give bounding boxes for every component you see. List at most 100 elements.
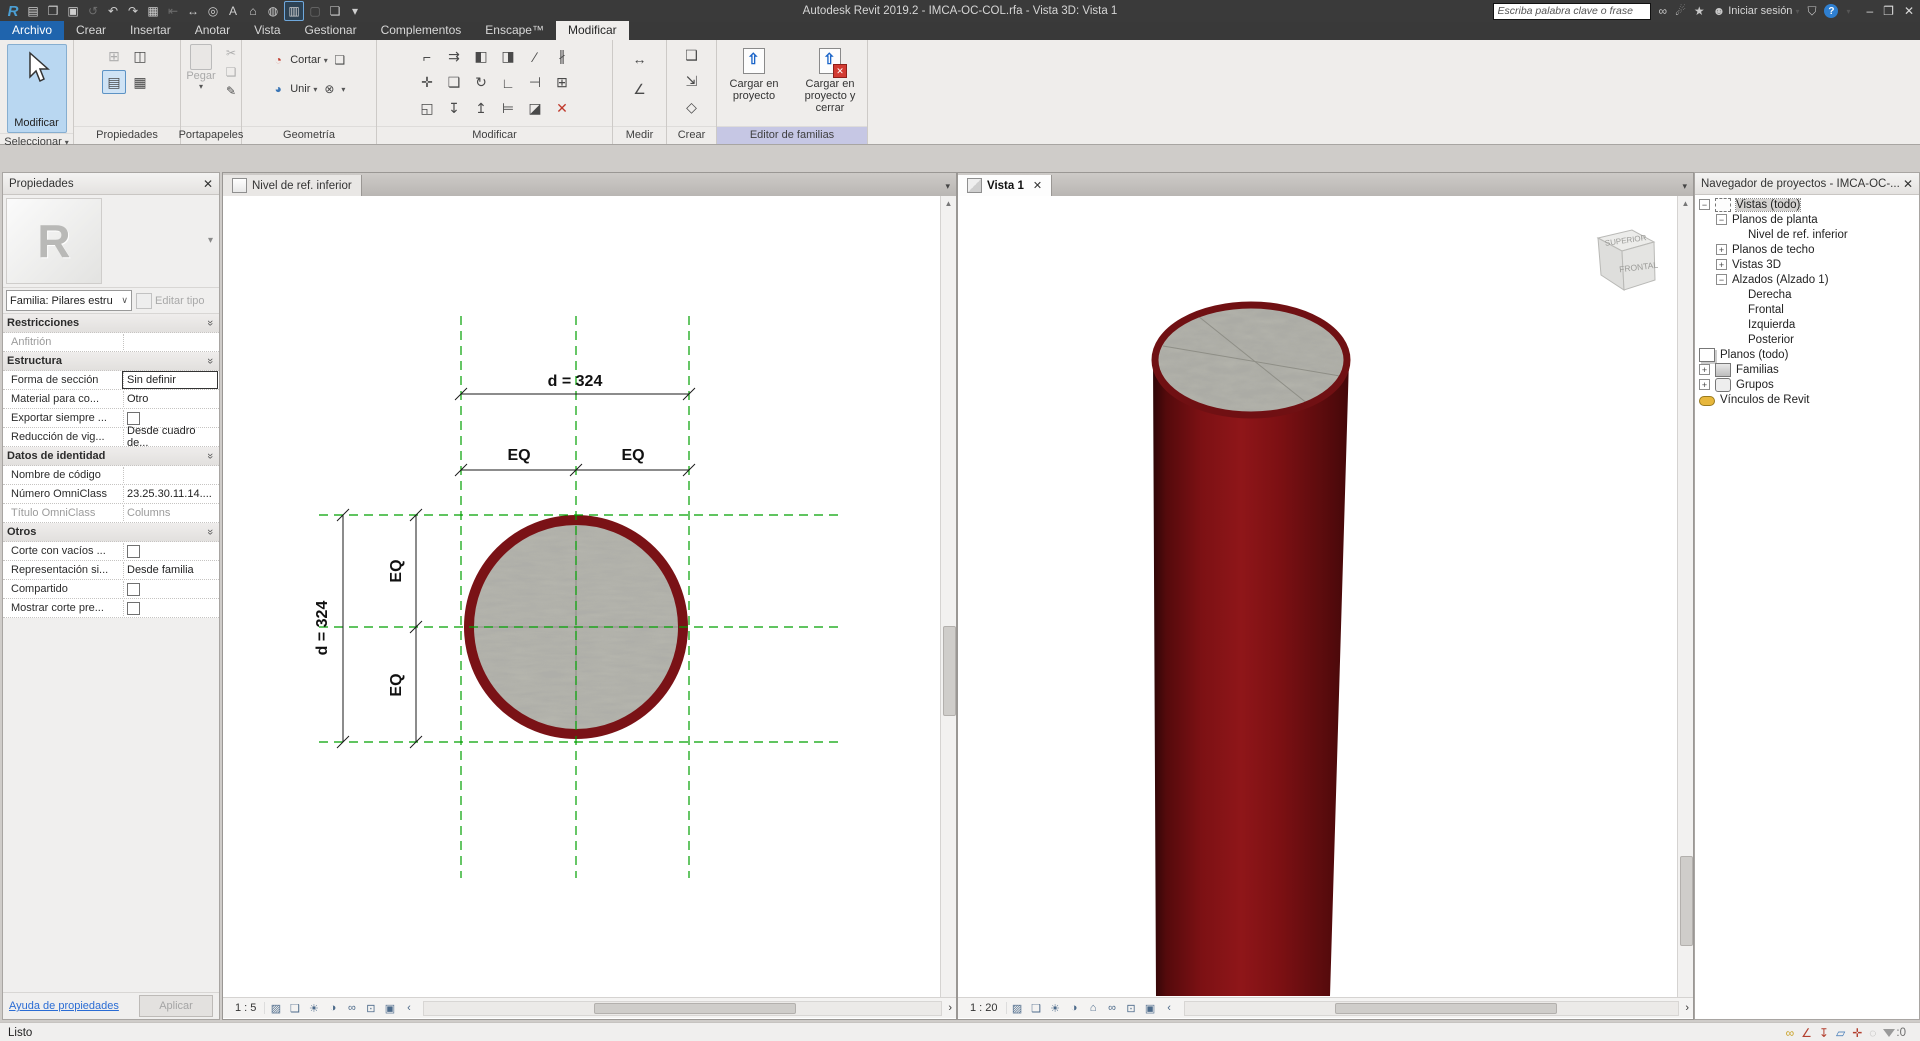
temporary-hide-isolate-icon[interactable]: ∞ xyxy=(1104,1000,1121,1016)
close-hidden-windows-icon[interactable]: ▢ xyxy=(306,2,324,20)
property-value[interactable]: Otro xyxy=(123,391,217,407)
tree-item[interactable]: Posterior xyxy=(1695,332,1919,347)
show-hidden-geometry-icon[interactable]: ❑ xyxy=(331,51,349,69)
property-row[interactable]: Mostrar corte pre... » xyxy=(3,599,219,618)
plan-view-canvas[interactable]: d = 324 EQ EQ d = 324 EQ EQ ▲ xyxy=(223,196,956,997)
tree-item[interactable]: Alzados (Alzado 1) xyxy=(1695,272,1919,287)
open-icon[interactable]: ❒ xyxy=(44,2,62,20)
app-store-cart-icon[interactable]: ⛉ xyxy=(1807,4,1816,19)
tree-item[interactable]: Planos de techo xyxy=(1695,242,1919,257)
select-pinned-icon[interactable]: ↧ xyxy=(1819,1026,1829,1040)
scroll-right-icon[interactable]: › xyxy=(948,1002,952,1014)
ribbon-tab[interactable]: Complementos xyxy=(369,21,474,40)
tree-item[interactable]: Derecha xyxy=(1695,287,1919,302)
sun-path-off-icon[interactable]: ☀ xyxy=(1047,1000,1064,1016)
properties-palette-header[interactable]: Propiedades ✕ xyxy=(3,173,219,195)
help-dropdown-icon[interactable]: ▾ xyxy=(1846,7,1850,16)
properties-help-link[interactable]: Ayuda de propiedades xyxy=(9,1000,119,1012)
property-value[interactable] xyxy=(123,581,217,597)
show-crop-region-icon[interactable]: ▣ xyxy=(381,1000,398,1016)
mirror-draw-axis-icon[interactable]: ◨ xyxy=(497,46,519,68)
background-processes-icon[interactable]: ◌ xyxy=(1869,1026,1876,1040)
tree-item[interactable]: Planos de planta xyxy=(1695,212,1919,227)
property-value[interactable]: 23.25.30.11.14.... xyxy=(123,486,217,502)
collapse-chevron-icon[interactable]: » xyxy=(204,320,216,326)
load-into-project-button[interactable]: ⇧ Cargar en proyecto xyxy=(717,44,791,102)
property-row[interactable]: Material para co... » Otro xyxy=(3,390,219,409)
measure-icon[interactable]: ⇤ xyxy=(164,2,182,20)
plan-view-tab[interactable]: Nivel de ref. inferior xyxy=(223,175,362,196)
property-value[interactable] xyxy=(123,467,217,483)
favorites-star-icon[interactable]: ★ xyxy=(1694,4,1705,18)
ribbon-tab[interactable]: Enscape™ xyxy=(473,21,556,40)
project-properties-icon[interactable]: ▤ xyxy=(24,2,42,20)
ribbon-tab[interactable]: Crear xyxy=(64,21,118,40)
search-input[interactable] xyxy=(1492,2,1651,20)
component-in-place-icon[interactable]: ❑ xyxy=(681,44,703,66)
tree-expander-icon[interactable] xyxy=(1699,199,1710,210)
type-selector-combo[interactable]: Familia: Pilares estru ∨ xyxy=(6,290,132,311)
property-row[interactable]: Estructura » xyxy=(3,352,219,371)
collapse-chevron-icon[interactable]: » xyxy=(204,453,216,459)
viewcube[interactable]: SUPERIOR FRONTAL xyxy=(1584,218,1664,302)
scroll-up-icon[interactable]: ▲ xyxy=(1682,196,1690,210)
property-row[interactable]: Título OmniClass » Columns xyxy=(3,504,219,523)
view-scale-button[interactable]: 1 : 5 xyxy=(227,1002,266,1014)
apply-button[interactable]: Aplicar xyxy=(139,995,213,1017)
scrollbar-thumb[interactable] xyxy=(943,626,956,716)
select-links-icon[interactable]: ∞ xyxy=(1786,1026,1795,1040)
diamond-small-icon[interactable]: ◇ xyxy=(681,96,703,118)
shadows-icon[interactable]: ◑ xyxy=(324,1000,341,1016)
search-icon[interactable]: ∞ xyxy=(1659,4,1668,18)
split-element-icon[interactable]: ∕ xyxy=(524,46,546,68)
vertical-scrollbar[interactable]: ▲ xyxy=(1677,196,1693,997)
sign-in-button[interactable]: ☻ Iniciar sesión ▾ xyxy=(1713,4,1800,18)
chevron-down-icon[interactable]: ▾ xyxy=(324,56,328,65)
property-value[interactable]: Desde familia xyxy=(123,562,217,578)
render-icon[interactable]: ◍ xyxy=(264,2,282,20)
revit-logo[interactable]: R xyxy=(4,2,22,20)
scrollbar-thumb[interactable] xyxy=(1334,1002,1557,1014)
tag-icon[interactable]: ◎ xyxy=(204,2,222,20)
close-button[interactable]: ✕ xyxy=(1904,4,1914,18)
tree-item[interactable]: Vistas (todo) xyxy=(1695,197,1919,212)
default-3d-view-icon[interactable]: ⌂ xyxy=(244,2,262,20)
collapse-bar-icon[interactable]: ‹ xyxy=(400,1000,417,1016)
tree-item[interactable]: Grupos xyxy=(1695,377,1919,392)
property-value[interactable]: Desde cuadro de... xyxy=(123,425,217,449)
trim-extend-single-icon[interactable]: ⊣ xyxy=(524,72,546,94)
scrollbar-thumb[interactable] xyxy=(594,1002,797,1014)
property-row[interactable]: Corte con vacíos ... » xyxy=(3,542,219,561)
help-icon[interactable]: ? xyxy=(1824,4,1839,18)
collapse-bar-icon[interactable]: ‹ xyxy=(1161,1000,1178,1016)
property-row[interactable]: Otros » xyxy=(3,523,219,542)
move-icon[interactable]: ✛ xyxy=(416,72,438,94)
family-category-icon[interactable]: ◫ xyxy=(129,45,151,67)
dimension-text-diameter-v[interactable]: d = 324 xyxy=(314,601,331,656)
switch-windows-icon[interactable]: ❏ xyxy=(326,2,344,20)
dimension-text-diameter-h[interactable]: d = 324 xyxy=(548,373,603,390)
close-icon[interactable]: ✕ xyxy=(1903,177,1913,191)
properties-palette-icon[interactable]: ⊞ xyxy=(103,45,125,67)
visual-style-icon[interactable]: ❑ xyxy=(286,1000,303,1016)
crop-view-icon[interactable]: ⊡ xyxy=(362,1000,379,1016)
tree-item[interactable]: Vínculos de Revit xyxy=(1695,392,1919,407)
scroll-right-icon[interactable]: › xyxy=(1685,1002,1689,1014)
split-face-icon[interactable]: ◪ xyxy=(524,98,546,120)
edit-type-button[interactable]: Editar tipo xyxy=(136,292,205,309)
communication-center-icon[interactable]: ☄ xyxy=(1675,4,1686,18)
property-row[interactable]: Número OmniClass » 23.25.30.11.14.... xyxy=(3,485,219,504)
select-by-face-icon[interactable]: ▱ xyxy=(1836,1026,1845,1040)
trim-extend-multiple-icon[interactable]: ⊨ xyxy=(497,98,519,120)
chevron-down-icon[interactable]: ▾ xyxy=(341,85,345,94)
text-icon[interactable]: A xyxy=(224,2,242,20)
tree-expander-icon[interactable] xyxy=(1716,244,1727,255)
property-value[interactable]: Columns xyxy=(123,505,217,521)
tree-expander-icon[interactable] xyxy=(1699,364,1710,375)
vertical-scrollbar[interactable]: ▲ xyxy=(940,196,956,997)
tab-list-dropdown-icon[interactable]: ▾ xyxy=(1682,181,1693,196)
property-row[interactable]: Forma de sección » Sin definir xyxy=(3,371,219,390)
panel-label-select[interactable]: Seleccionar ▾ xyxy=(0,133,73,151)
drag-on-selection-icon[interactable]: ✛ xyxy=(1852,1026,1862,1040)
crop-view-icon[interactable]: ⊡ xyxy=(1123,1000,1140,1016)
